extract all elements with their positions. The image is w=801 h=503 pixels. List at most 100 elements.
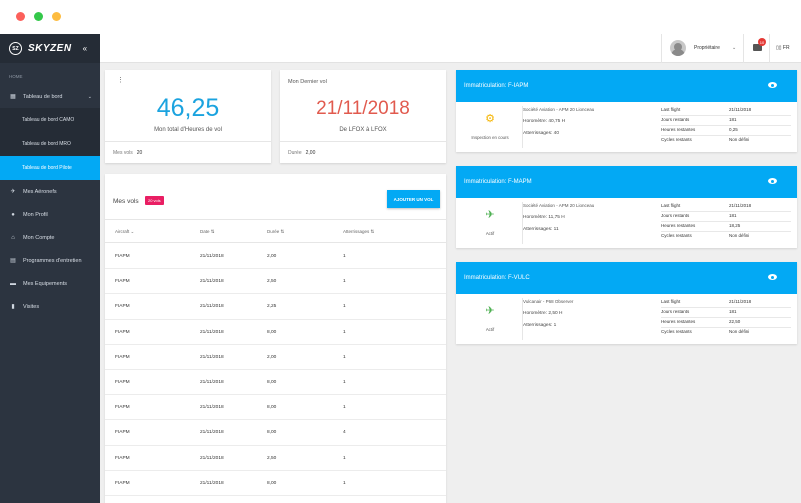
language-label: FR bbox=[782, 45, 790, 51]
sidebar-item-label: Visites bbox=[23, 303, 40, 310]
table-row[interactable]: FIAPM 21/11/2018 2,25 1 bbox=[105, 294, 446, 320]
sidebar: SZ SKYZEN « HOME ▦ Tableau de bord ⌄ Tab… bbox=[0, 34, 100, 503]
divider bbox=[522, 298, 523, 340]
brand-name: SKYZEN bbox=[28, 43, 72, 54]
aircraft-card-body: ⚙ Inspection en cours Société Aviation -… bbox=[456, 102, 797, 152]
detail-value: Non défini bbox=[729, 233, 750, 238]
vols-value: 20 bbox=[136, 149, 143, 156]
double-chevron-left-icon[interactable]: « bbox=[83, 44, 87, 53]
table-cell: FIAPM bbox=[115, 329, 130, 335]
sidebar-item-visites[interactable]: ▮ Visites bbox=[0, 295, 100, 318]
aircraft-owner-model: Vulcanair - P68 Observer bbox=[523, 299, 574, 304]
table-cell: 8,00 bbox=[267, 480, 277, 486]
table-row[interactable]: FIAPM 21/11/2018 2,00 1 bbox=[105, 244, 446, 270]
hours-card: ⋮ 46,25 Mon total d'Heures de vol Mes vo… bbox=[105, 70, 271, 163]
table-cell: 21/11/2018 bbox=[200, 354, 224, 360]
aircraft-registration: Immatriculation: F-MAPM bbox=[464, 179, 532, 185]
airplane-icon: ✈ bbox=[485, 305, 495, 317]
column-aircraft[interactable]: Aircraft ⌄ bbox=[115, 229, 134, 235]
table-row[interactable]: FIAPM 21/11/2018 2,00 1 bbox=[105, 345, 446, 370]
table-row[interactable]: FIAPM 21/11/2018 8,00 1 bbox=[105, 320, 446, 345]
table-row[interactable]: FIAPM 21/11/2018 8,00 1 bbox=[105, 370, 446, 396]
detail-value: 21/11/2018 bbox=[729, 203, 752, 208]
divider bbox=[661, 307, 791, 308]
last-flight-route: De LFOX à LFOX bbox=[339, 127, 387, 133]
flights-card: Mes vols 20 vols AJOUTER UN VOL Aircraft… bbox=[105, 174, 446, 503]
table-cell: FIAPM bbox=[115, 430, 130, 436]
table-row[interactable]: FIAPM 21/11/2018 2,50 1 bbox=[105, 446, 446, 471]
column-atterrissages[interactable]: Atterrissages ⇅ bbox=[343, 229, 374, 235]
table-cell: 21/11/2018 bbox=[200, 430, 224, 436]
sidebar-item-profil[interactable]: ● Mon Profil bbox=[0, 203, 100, 226]
table-row[interactable]: FIAPM 21/11/2018 8,00 1 bbox=[105, 395, 446, 421]
detail-value: Non défini bbox=[729, 137, 750, 142]
table-cell: 21/11/2018 bbox=[200, 379, 224, 385]
minimize-window-dot[interactable] bbox=[52, 12, 61, 21]
sidebar-item-dashboard[interactable]: ▦ Tableau de bord ⌄ bbox=[0, 85, 100, 108]
detail-label: Jours restants bbox=[661, 213, 690, 218]
table-cell: 2,50 bbox=[267, 279, 277, 285]
table-cell: 1 bbox=[343, 329, 346, 335]
divider bbox=[661, 221, 791, 222]
detail-value: 21/11/2018 bbox=[729, 107, 752, 112]
last-flight-title: Mon Dernier vol bbox=[288, 79, 327, 85]
table-row[interactable]: FIAPM 21/11/2018 8,00 4 bbox=[105, 420, 446, 446]
table-cell: 4 bbox=[343, 430, 346, 436]
divider bbox=[661, 211, 791, 212]
inspection-icon: ⚙ bbox=[485, 113, 495, 125]
table-row[interactable]: FIAPM 21/11/2018 8,00 1 bbox=[105, 471, 446, 496]
divider bbox=[661, 317, 791, 318]
divider bbox=[661, 34, 662, 63]
user-menu-label[interactable]: Propriétaire bbox=[694, 45, 720, 51]
table-row[interactable]: FIAPM 21/11/2018 2,50 1 bbox=[105, 269, 446, 295]
sidebar-subitem-pilote[interactable]: Tableau de bord Pilote bbox=[0, 156, 100, 180]
aircraft-atterrissages: Atterrissages: 11 bbox=[523, 227, 559, 232]
last-flight-footer: Durée 2,00 bbox=[280, 141, 446, 163]
home-icon: ⌂ bbox=[11, 234, 15, 241]
detail-value: 0,25 bbox=[729, 127, 738, 132]
detail-value: Non défini bbox=[729, 329, 750, 334]
sidebar-subitem-camo[interactable]: Tableau de bord CAMO bbox=[0, 108, 100, 132]
eye-icon[interactable] bbox=[768, 178, 777, 184]
column-label: Aircraft bbox=[115, 229, 130, 234]
chevron-down-icon[interactable]: ⌄ bbox=[732, 45, 736, 51]
flights-count-badge: 20 vols bbox=[145, 196, 164, 205]
app: SZ SKYZEN « HOME ▦ Tableau de bord ⌄ Tab… bbox=[0, 34, 801, 503]
table-cell: 1 bbox=[343, 354, 346, 360]
table-cell: 8,00 bbox=[267, 329, 277, 335]
sidebar-item-equipements[interactable]: ▬ Mes Equipements bbox=[0, 272, 100, 295]
close-window-dot[interactable] bbox=[16, 12, 25, 21]
sidebar-item-aeronefs[interactable]: ✈ Mes Aéronefs bbox=[0, 180, 100, 203]
more-vert-icon[interactable]: ⋮ bbox=[117, 76, 124, 84]
detail-label: Heures restantes bbox=[661, 319, 696, 324]
eye-icon[interactable] bbox=[768, 274, 777, 280]
sidebar-subitem-mro[interactable]: Tableau de bord MRO bbox=[0, 132, 100, 156]
vols-label: Mes vols bbox=[113, 149, 133, 156]
divider bbox=[743, 34, 744, 63]
document-icon: ▮ bbox=[11, 304, 15, 310]
add-flight-button[interactable]: AJOUTER UN VOL bbox=[387, 190, 440, 208]
table-cell: 1 bbox=[343, 405, 346, 411]
table-cell: FIAPM bbox=[115, 304, 130, 310]
column-date[interactable]: Date ⇅ bbox=[200, 229, 215, 235]
zoom-window-dot[interactable] bbox=[34, 12, 43, 21]
detail-label: Cycles restants bbox=[661, 233, 692, 238]
avatar[interactable] bbox=[670, 40, 686, 56]
column-duree[interactable]: Durée ⇅ bbox=[267, 229, 284, 235]
sidebar-item-programmes[interactable]: ▤ Programmes d'entretien bbox=[0, 249, 100, 272]
sidebar-item-label: Tableau de bord bbox=[23, 93, 63, 100]
eye-icon[interactable] bbox=[768, 82, 777, 88]
language-selector[interactable]: ▯▯ FR bbox=[776, 45, 790, 51]
duree-label: Durée bbox=[288, 149, 302, 156]
table-body: FIAPM 21/11/2018 2,00 1 FIAPM 21/11/2018 2,50 1… bbox=[105, 244, 446, 496]
table-cell: FIAPM bbox=[115, 254, 130, 259]
divider bbox=[661, 327, 791, 328]
aircraft-owner-model: Société Aviation - APM 20 Lionceau bbox=[523, 107, 595, 112]
table-cell: 8,00 bbox=[267, 405, 277, 411]
aircraft-card-header: Immatriculation: F-MAPM bbox=[456, 166, 797, 198]
aircraft-atterrissages: Atterrissages: 1 bbox=[523, 323, 557, 328]
divider bbox=[661, 135, 791, 136]
detail-label: Heures restantes bbox=[661, 127, 696, 132]
sidebar-item-label: Mon Compte bbox=[23, 234, 55, 241]
sidebar-item-compte[interactable]: ⌂ Mon Compte bbox=[0, 226, 100, 249]
